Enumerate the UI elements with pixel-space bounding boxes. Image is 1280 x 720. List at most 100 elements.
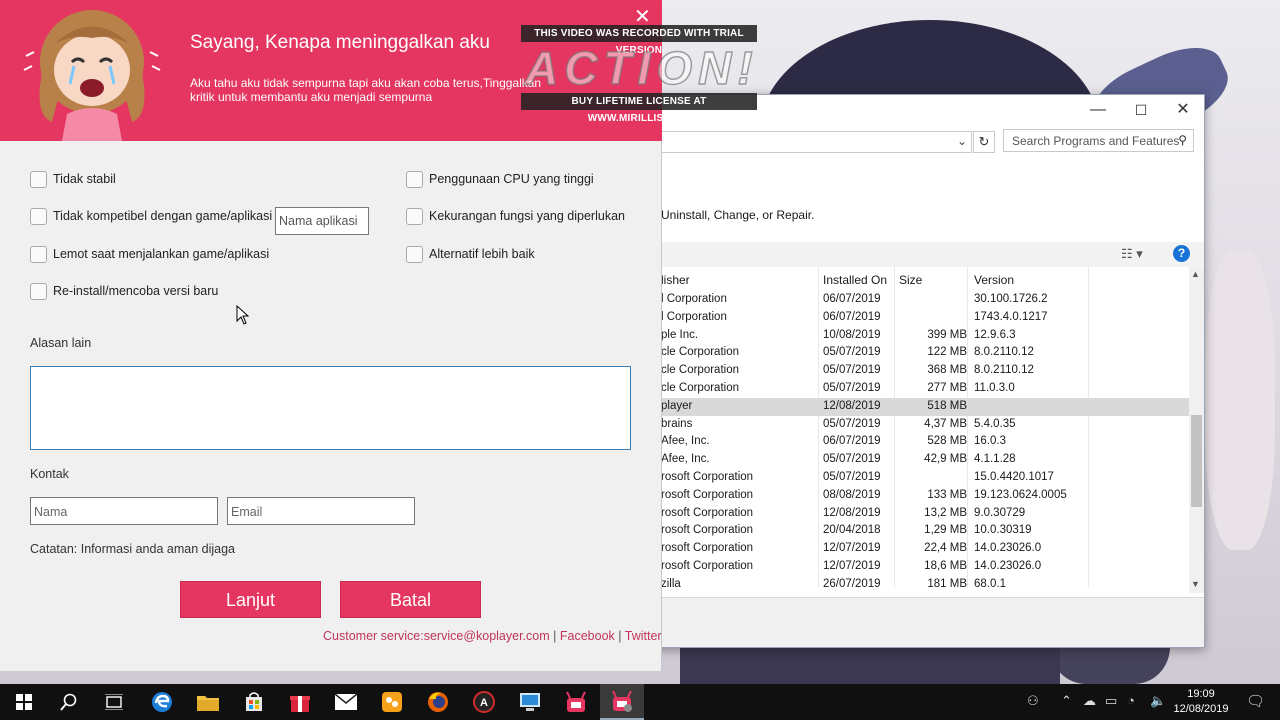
search-programs-input[interactable]: Search Programs and Features ⚲ (1003, 129, 1194, 152)
table-row[interactable]: rosoft Corporation 05/07/2019 15.0.4420.10… (661, 469, 1191, 487)
facebook-link[interactable]: Facebook (560, 629, 615, 643)
onedrive-cloud-icon[interactable]: ☁ (1083, 693, 1096, 709)
cell-installed-on: 12/07/2019 (823, 559, 881, 572)
show-hidden-icons-chevron-icon[interactable]: ⌃ (1061, 693, 1072, 709)
table-row[interactable]: Afee, Inc. 05/07/2019 42,9 MB 4.1.1.28 (661, 451, 1191, 469)
email-input[interactable]: Email (227, 497, 415, 525)
cell-version: 11.0.3.0 (974, 381, 1015, 394)
checkbox[interactable] (30, 207, 47, 225)
action-recorder-icon[interactable]: A (462, 684, 506, 720)
checkbox[interactable] (406, 207, 423, 225)
scroll-up-icon[interactable]: ▲ (1191, 269, 1200, 279)
search-icon[interactable] (47, 684, 91, 720)
name-input[interactable]: Nama (30, 497, 218, 525)
cancel-button[interactable]: Batal (340, 581, 481, 618)
table-row[interactable]: cle Corporation 05/07/2019 122 MB 8.0.2110.… (661, 344, 1191, 362)
checkbox[interactable] (30, 170, 47, 188)
people-icon[interactable]: ⚇ (1027, 693, 1039, 709)
cell-publisher: rosoft Corporation (661, 470, 754, 483)
customer-service-link[interactable]: Customer service:service@koplayer.com (323, 629, 550, 643)
koplayer-uninstall-icon[interactable] (600, 684, 644, 720)
option-missing-features[interactable]: Kekurangan fungsi yang diperlukan (406, 207, 625, 225)
table-row[interactable]: rosoft Corporation 12/07/2019 22,4 MB 14.0.… (661, 540, 1191, 558)
koplayer-icon[interactable] (554, 684, 598, 720)
checkbox[interactable] (406, 245, 423, 263)
table-row[interactable]: Afee, Inc. 06/07/2019 528 MB 16.0.3 (661, 433, 1191, 451)
cell-version: 15.0.4420.1017 (974, 470, 1054, 483)
table-row[interactable]: player 12/08/2019 518 MB (661, 397, 1191, 416)
table-row[interactable]: cle Corporation 05/07/2019 277 MB 11.0.3.0 (661, 380, 1191, 398)
cell-publisher: player (661, 399, 693, 412)
option-label: Alternatif lebih baik (429, 247, 535, 261)
photos-icon[interactable] (370, 684, 414, 720)
chevron-down-icon[interactable]: ⌄ (957, 134, 967, 148)
table-row[interactable]: ple Inc. 10/08/2019 399 MB 12.9.6.3 (661, 327, 1191, 345)
table-row[interactable]: rosoft Corporation 08/08/2019 133 MB 19.123… (661, 487, 1191, 505)
next-button[interactable]: Lanjut (180, 581, 321, 618)
checkbox[interactable] (30, 282, 47, 300)
table-row[interactable]: cle Corporation 05/07/2019 368 MB 8.0.2110.… (661, 362, 1191, 380)
checkbox[interactable] (406, 170, 423, 188)
cell-size: 133 MB (927, 488, 967, 501)
network-icon[interactable]: ◔ (1127, 693, 1135, 708)
column-size[interactable]: Size (899, 273, 922, 287)
column-version[interactable]: Version (974, 273, 1014, 287)
cell-size: 1,29 MB (924, 524, 967, 537)
option-label: Penggunaan CPU yang tinggi (429, 172, 594, 186)
dialog-footer: Customer service:service@koplayer.com | … (323, 629, 662, 643)
edge-icon[interactable] (140, 684, 184, 720)
vertical-scrollbar[interactable]: ▲ ▼ (1189, 267, 1204, 593)
cell-size: 181 MB (927, 577, 967, 590)
option-reinstall[interactable]: Re-install/mencoba versi baru (30, 282, 218, 300)
table-row[interactable]: brains 05/07/2019 4,37 MB 5.4.0.35 (661, 416, 1191, 434)
column-installed-on[interactable]: Installed On (823, 273, 887, 287)
table-row[interactable]: zilla 26/07/2019 181 MB 68.0.1 (661, 576, 1191, 594)
start-icon[interactable] (2, 684, 46, 720)
file-explorer-icon[interactable] (186, 684, 230, 720)
dialog-title: Sayang, Kenapa meninggalkan aku (190, 32, 491, 53)
checkbox[interactable] (30, 245, 47, 263)
mail-icon[interactable] (324, 684, 368, 720)
help-icon[interactable]: ? (1173, 245, 1190, 262)
option-slow[interactable]: Lemot saat menjalankan game/aplikasi (30, 245, 269, 263)
table-row[interactable]: l Corporation 06/07/2019 30.100.1726.2 (661, 291, 1191, 309)
svg-text:A: A (480, 697, 488, 709)
twitter-link[interactable]: Twitter (625, 629, 662, 643)
scroll-down-icon[interactable]: ▼ (1191, 579, 1200, 589)
firefox-icon[interactable] (416, 684, 460, 720)
scrollbar-thumb[interactable] (1191, 415, 1202, 507)
store-icon[interactable] (232, 684, 276, 720)
cell-publisher: rosoft Corporation (661, 542, 754, 555)
option-label: Lemot saat menjalankan game/aplikasi (53, 247, 270, 261)
remote-desktop-icon[interactable] (508, 684, 552, 720)
option-unstable[interactable]: Tidak stabil (30, 170, 116, 188)
option-better-alternative[interactable]: Alternatif lebih baik (406, 245, 535, 263)
volume-icon[interactable]: 🔈 (1150, 693, 1166, 709)
task-view-icon[interactable] (92, 684, 136, 720)
option-incompatible[interactable]: Tidak kompetibel dengan game/aplikasi (30, 207, 272, 225)
table-row[interactable]: l Corporation 06/07/2019 1743.4.0.1217 (661, 309, 1191, 327)
option-high-cpu[interactable]: Penggunaan CPU yang tinggi (406, 170, 594, 188)
other-reason-textarea[interactable] (30, 366, 631, 450)
system-clock[interactable]: 19:09 12/08/2019 (1170, 687, 1232, 717)
maximize-icon[interactable]: ☐ (1131, 101, 1151, 119)
cell-version: 10.0.30319 (974, 524, 1032, 537)
battery-icon[interactable]: ▭ (1105, 693, 1117, 709)
app-name-input[interactable]: Nama aplikasi (275, 207, 369, 235)
gift-icon[interactable] (278, 684, 322, 720)
minimize-icon[interactable]: — (1088, 101, 1108, 119)
table-row[interactable]: rosoft Corporation 12/07/2019 18,6 MB 14.0.… (661, 558, 1191, 576)
watermark-top-text: THIS VIDEO WAS RECORDED WITH TRIAL VERSI… (521, 25, 757, 56)
cell-version: 8.0.2110.12 (974, 346, 1034, 359)
taskbar: A ⚇ ⌃ ☁ ▭ ◔ 🔈 19:09 12/08/2019 🗨 (0, 684, 1280, 720)
refresh-icon[interactable]: ↻ (973, 131, 995, 153)
table-row[interactable]: rosoft Corporation 12/08/2019 13,2 MB 9.0.3… (661, 505, 1191, 523)
view-options-icon[interactable]: ☷ ▾ (1121, 246, 1143, 262)
address-bar[interactable]: ⌄ (661, 131, 972, 153)
close-window-icon[interactable]: ✕ (1173, 101, 1193, 119)
notification-center-icon[interactable]: 🗨 (1246, 692, 1265, 710)
table-row[interactable]: rosoft Corporation 20/04/2018 1,29 MB 10.0.… (661, 522, 1191, 540)
cell-version: 1743.4.0.1217 (974, 310, 1048, 323)
column-publisher[interactable]: lisher (661, 273, 690, 287)
close-dialog-icon[interactable]: ✕ (634, 7, 651, 27)
